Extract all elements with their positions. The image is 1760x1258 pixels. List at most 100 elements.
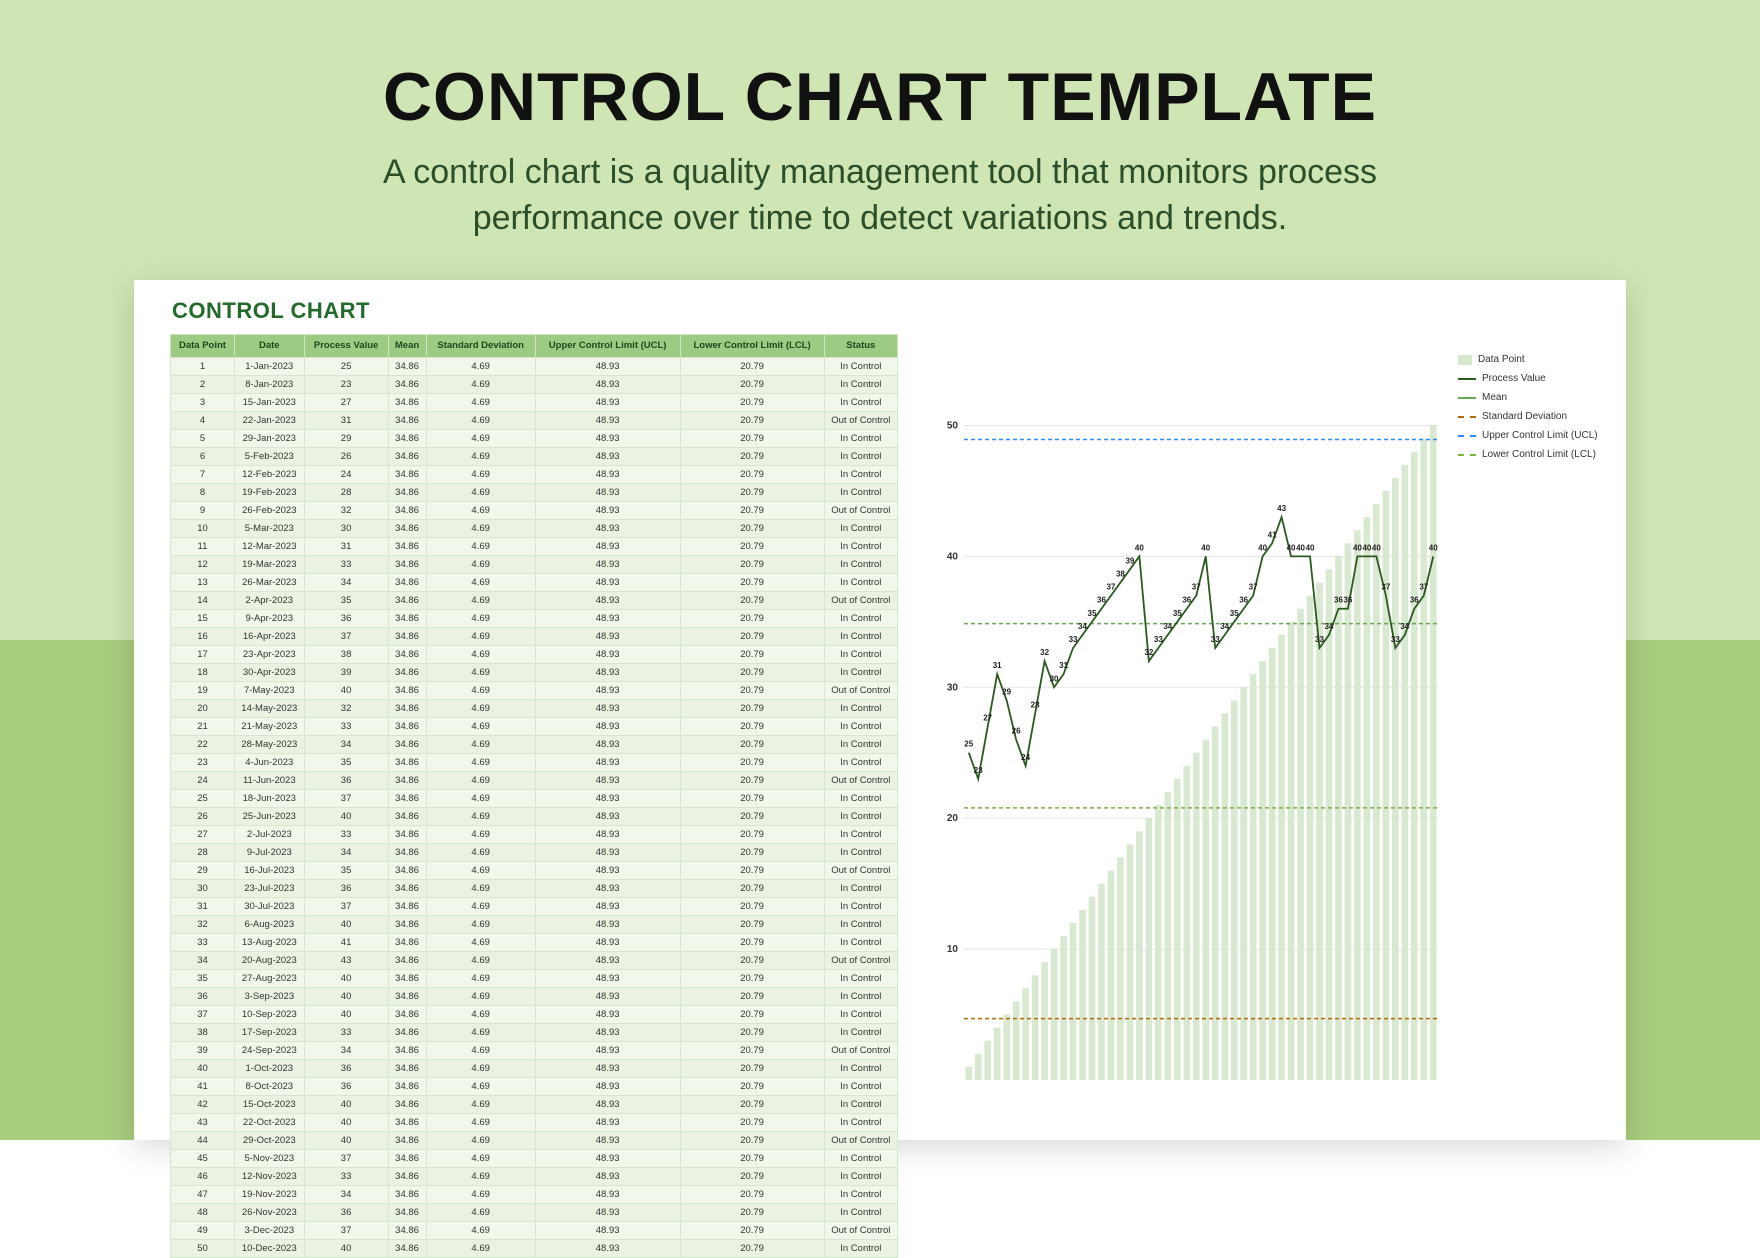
cell: 20.79 xyxy=(680,1042,824,1060)
cell: 4.69 xyxy=(426,988,535,1006)
cell: 20.79 xyxy=(680,772,824,790)
cell: 33 xyxy=(304,718,388,736)
cell: 20.79 xyxy=(680,1078,824,1096)
cell: 20.79 xyxy=(680,970,824,988)
cell: 36 xyxy=(304,1204,388,1222)
cell: 20.79 xyxy=(680,718,824,736)
cell: 34.86 xyxy=(388,1096,426,1114)
svg-text:26: 26 xyxy=(1012,727,1021,736)
svg-text:40: 40 xyxy=(1201,543,1210,552)
cell: 29-Oct-2023 xyxy=(234,1132,304,1150)
svg-text:10: 10 xyxy=(947,944,959,955)
table-row: 11-Jan-20232534.864.6948.9320.79In Contr… xyxy=(171,358,898,376)
cell: 20.79 xyxy=(680,466,824,484)
cell: 48.93 xyxy=(535,646,680,664)
svg-text:35: 35 xyxy=(1230,609,1239,618)
cell: 30 xyxy=(171,880,235,898)
cell: 34.86 xyxy=(388,988,426,1006)
cell: 19 xyxy=(171,682,235,700)
cell: 34.86 xyxy=(388,394,426,412)
cell: Out of Control xyxy=(824,1042,897,1060)
cell: 26 xyxy=(304,448,388,466)
cell: 20.79 xyxy=(680,1150,824,1168)
cell: In Control xyxy=(824,988,897,1006)
cell: 17-Sep-2023 xyxy=(234,1024,304,1042)
cell: 20.79 xyxy=(680,556,824,574)
cell: 34.86 xyxy=(388,610,426,628)
table-row: 401-Oct-20233634.864.6948.9320.79In Cont… xyxy=(171,1060,898,1078)
cell: 4.69 xyxy=(426,862,535,880)
cell: 48.93 xyxy=(535,610,680,628)
svg-text:27: 27 xyxy=(983,714,992,723)
cell: 34.86 xyxy=(388,826,426,844)
table-row: 3313-Aug-20234134.864.6948.9320.79In Con… xyxy=(171,934,898,952)
table-row: 3527-Aug-20234034.864.6948.9320.79In Con… xyxy=(171,970,898,988)
column-header: Date xyxy=(234,335,304,358)
cell: In Control xyxy=(824,1150,897,1168)
cell: 34 xyxy=(304,574,388,592)
cell: 34.86 xyxy=(388,1240,426,1258)
cell: 48.93 xyxy=(535,1240,680,1258)
table-row: 2014-May-20233234.864.6948.9320.79In Con… xyxy=(171,700,898,718)
cell: 1-Jan-2023 xyxy=(234,358,304,376)
table-row: 3710-Sep-20234034.864.6948.9320.79In Con… xyxy=(171,1006,898,1024)
cell: 4.69 xyxy=(426,502,535,520)
cell: 36 xyxy=(304,880,388,898)
cell: In Control xyxy=(824,1024,897,1042)
cell: 48.93 xyxy=(535,430,680,448)
svg-text:50: 50 xyxy=(947,420,959,431)
table-row: 712-Feb-20232434.864.6948.9320.79In Cont… xyxy=(171,466,898,484)
cell: 50 xyxy=(171,1240,235,1258)
cell: 37 xyxy=(171,1006,235,1024)
cell: 33 xyxy=(304,826,388,844)
cell: 4 xyxy=(171,412,235,430)
cell: 34 xyxy=(304,1186,388,1204)
svg-text:37: 37 xyxy=(1106,583,1115,592)
cell: 33 xyxy=(171,934,235,952)
table-row: 2518-Jun-20233734.864.6948.9320.79In Con… xyxy=(171,790,898,808)
table-row: 363-Sep-20234034.864.6948.9320.79In Cont… xyxy=(171,988,898,1006)
cell: In Control xyxy=(824,808,897,826)
svg-text:40: 40 xyxy=(947,551,959,562)
table-row: 65-Feb-20232634.864.6948.9320.79In Contr… xyxy=(171,448,898,466)
cell: 4.69 xyxy=(426,880,535,898)
cell: 40 xyxy=(171,1060,235,1078)
subtitle-line-1: A control chart is a quality management … xyxy=(383,153,1377,191)
cell: 38 xyxy=(304,646,388,664)
cell: In Control xyxy=(824,718,897,736)
svg-text:40: 40 xyxy=(1306,543,1315,552)
cell: 26-Nov-2023 xyxy=(234,1204,304,1222)
cell: 48.93 xyxy=(535,1024,680,1042)
cell: 27-Aug-2023 xyxy=(234,970,304,988)
cell: 20.79 xyxy=(680,916,824,934)
cell: 34.86 xyxy=(388,592,426,610)
cell: 40 xyxy=(304,1114,388,1132)
cell: 4.69 xyxy=(426,916,535,934)
cell: 40 xyxy=(304,988,388,1006)
cell: 4.69 xyxy=(426,430,535,448)
cell: 48.93 xyxy=(535,1096,680,1114)
cell: 36 xyxy=(304,772,388,790)
svg-text:40: 40 xyxy=(1258,543,1267,552)
cell: 13 xyxy=(171,574,235,592)
cell: 28-May-2023 xyxy=(234,736,304,754)
legend-item-processvalue: Process Value xyxy=(1458,369,1618,388)
cell: 4.69 xyxy=(426,1150,535,1168)
cell: 4.69 xyxy=(426,466,535,484)
cell: 21 xyxy=(171,718,235,736)
cell: 20.79 xyxy=(680,952,824,970)
page-title: CONTROL CHART TEMPLATE xyxy=(0,58,1760,136)
table-row: 3817-Sep-20233334.864.6948.9320.79In Con… xyxy=(171,1024,898,1042)
cell: 6 xyxy=(171,448,235,466)
cell: In Control xyxy=(824,628,897,646)
cell: 40 xyxy=(304,1132,388,1150)
cell: 34.86 xyxy=(388,880,426,898)
cell: 2 xyxy=(171,376,235,394)
cell: 19-Nov-2023 xyxy=(234,1186,304,1204)
cell: 4.69 xyxy=(426,1168,535,1186)
cell: 12 xyxy=(171,556,235,574)
table-row: 105-Mar-20233034.864.6948.9320.79In Cont… xyxy=(171,520,898,538)
cell: 20.79 xyxy=(680,1222,824,1240)
cell: 4.69 xyxy=(426,952,535,970)
svg-text:32: 32 xyxy=(1144,648,1153,657)
